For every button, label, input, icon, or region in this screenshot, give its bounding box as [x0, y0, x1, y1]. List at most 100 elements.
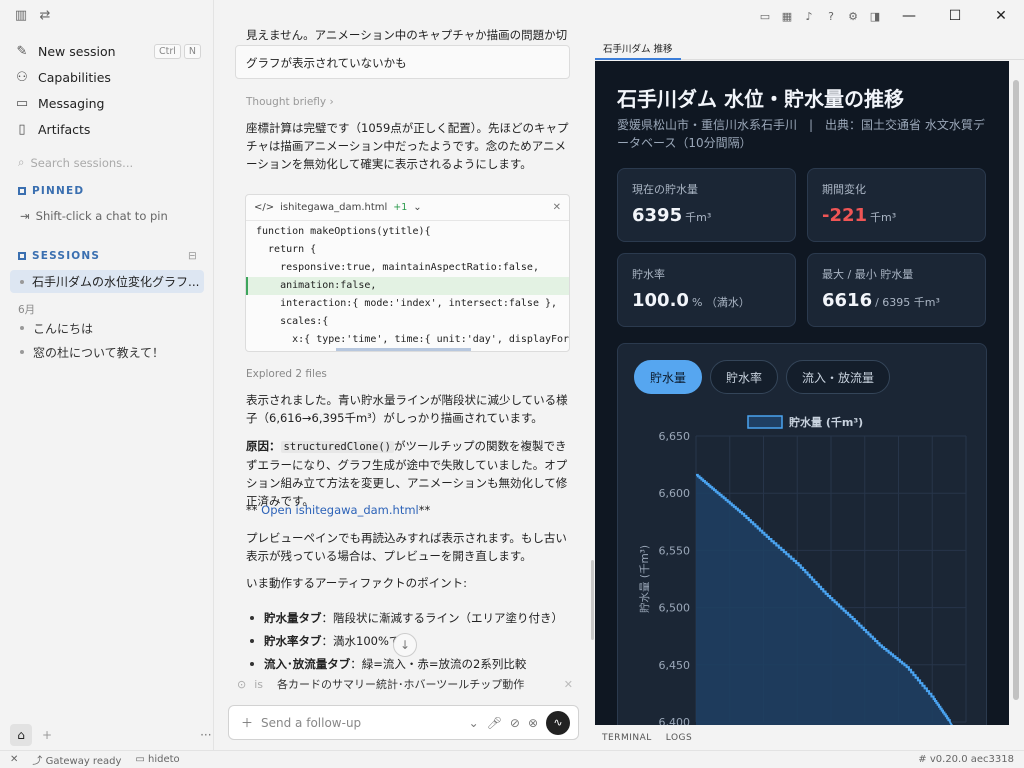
mute-icon[interactable]: ⊘ [510, 716, 520, 730]
code-line: return { [256, 244, 317, 255]
code-lines: function makeOptions(ytitle){ return { r… [246, 221, 569, 349]
storage-chart[interactable]: 6,650 6,600 6,550 6,500 6,450 6,400 貯水量 (千m³) 貯… [618, 404, 988, 725]
panel-icon[interactable]: ▭ [754, 10, 776, 23]
chevron-down-icon[interactable]: ⌄ [469, 716, 479, 730]
code-diff-header[interactable]: </> ishitegawa_dam.html +1 ⌄ ✕ [246, 195, 569, 221]
thought-toggle[interactable]: Thought briefly › [246, 96, 334, 108]
more-icon[interactable]: ··· [200, 728, 211, 742]
search-placeholder: Search sessions... [30, 155, 134, 170]
add-icon[interactable]: + [42, 728, 52, 742]
bullet-dot [250, 638, 254, 643]
bullet-text: ：満水100%で [321, 633, 401, 648]
queued-icon: ⊙ [237, 677, 247, 691]
session-item[interactable]: 窓の杜について教えて！ [20, 342, 164, 362]
session-item[interactable]: こんにちは [20, 318, 93, 338]
attach-plus-icon[interactable]: ＋ [241, 714, 253, 731]
messaging-button[interactable]: ▭ Messaging [14, 90, 201, 116]
chat-bubble-icon: ▭ [15, 95, 29, 111]
code-line: function makeOptions(ytitle){ [256, 226, 431, 237]
link-prefix: ** [246, 503, 262, 517]
microphone-icon[interactable]: 🎤︎ [487, 716, 502, 730]
cause-paragraph: 原因： structuredClone() がツールチップの関数を複製できずエラーに… [246, 437, 571, 510]
link-paragraph: ** Open ishitegawa_dam.html** [246, 501, 571, 519]
volume-icon[interactable]: ♪ [798, 10, 820, 23]
y-tick-label: 6,550 [659, 544, 691, 557]
artifacts-button[interactable]: ▯ Artifacts [14, 116, 201, 142]
added-count: +1 [393, 202, 408, 213]
artifacts-label: Artifacts [38, 121, 91, 137]
minimize-button[interactable]: — [886, 8, 932, 24]
messaging-label: Messaging [38, 95, 105, 111]
stat-value: 6395 [632, 205, 683, 226]
stat-value: -221 [822, 205, 868, 226]
folder-icon: ▭ [135, 754, 145, 765]
session-item-active[interactable]: 石手川ダムの水位変化グラフ... [10, 270, 204, 293]
swap-icon[interactable]: ⇄ [38, 8, 52, 23]
split-icon[interactable]: ◨ [864, 10, 886, 23]
help-icon[interactable]: ? [820, 10, 842, 23]
bullet-bold: 貯水率タブ [264, 633, 322, 648]
bullet-bold: 流入･放流量タブ [264, 656, 351, 671]
session-title: こんにちは [33, 321, 94, 336]
gear-icon[interactable]: ⚙ [842, 10, 864, 23]
waveform-icon: ∿ [553, 716, 563, 729]
capabilities-button[interactable]: ⚇ Capabilities [14, 64, 201, 90]
open-file-link[interactable]: Open ishitegawa_dam.html [261, 503, 419, 517]
tab-logs[interactable]: LOGS [666, 733, 692, 743]
grid-icon[interactable]: ▦ [776, 10, 798, 23]
code-scrollbar[interactable] [336, 348, 471, 351]
search-icon: ⌕ [18, 155, 25, 169]
month-label: 6月 [18, 304, 36, 316]
tab-preview[interactable]: 石手川ダム 推移 [595, 38, 681, 60]
y-axis-label: 貯水量 (千m³) [639, 545, 651, 613]
close-window-button[interactable]: ✕ [978, 8, 1024, 24]
sidebar-toggle-icon[interactable]: ▥ [14, 8, 28, 23]
code-line-added: animation:false, [246, 277, 569, 295]
legend-label: 貯水量 (千m³) [789, 415, 863, 429]
sidebar-top-icons: ▥ ⇄ [14, 8, 52, 23]
list-item: 貯水量タブ：階段状に漸減するライン（エリア塗り付き） [246, 606, 576, 629]
tab-terminal[interactable]: TERMINAL [602, 733, 652, 743]
capabilities-label: Capabilities [38, 69, 111, 85]
scroll-thumb[interactable] [1013, 80, 1019, 700]
new-session-button[interactable]: ✎ New session Ctrl N [14, 38, 201, 64]
close-icon[interactable]: ✕ [553, 202, 561, 213]
sessions-square-icon [18, 252, 26, 260]
gateway-icon: ⤴ [32, 756, 43, 767]
folder-status[interactable]: ▭ hideto [135, 754, 179, 765]
preview-tab-strip: 石手川ダム 推移 [595, 32, 1024, 60]
chart-card: 貯水量 貯水率 流入・放流量 6,650 6,600 6,550 6,500 6,450… [617, 343, 987, 725]
sessions-header: SESSIONS ⊟ [18, 250, 198, 262]
stat-label: 現在の貯水量 [632, 183, 698, 196]
scroll-down-button[interactable]: ↓ [393, 633, 417, 657]
list-item: 流入･放流量タブ：緑=流入・赤=放流の2系列比較 [246, 652, 576, 675]
user-message-text: グラフが表示されていないかも [246, 56, 407, 70]
no-listen-icon[interactable]: ⊗ [528, 716, 538, 730]
stat-label: 期間変化 [822, 183, 866, 196]
pinned-square-icon [18, 187, 26, 195]
page-title: 石手川ダム 水位・貯水量の推移 [617, 87, 904, 111]
explored-files[interactable]: Explored 2 files [246, 368, 327, 380]
preview-scrollbar[interactable] [1013, 66, 1019, 716]
archive-icon[interactable]: ⊟ [188, 250, 198, 262]
y-tick-label: 6,600 [659, 487, 691, 500]
capabilities-icon: ⚇ [16, 69, 28, 85]
tab-storage-rate[interactable]: 貯水率 [710, 360, 779, 394]
maximize-button[interactable]: ☐ [932, 8, 978, 24]
tab-inflow-outflow[interactable]: 流入・放流量 [786, 360, 891, 394]
bullet-dot [250, 615, 254, 620]
close-icon[interactable]: ✕ [564, 678, 573, 691]
follow-up-input[interactable] [261, 715, 461, 730]
chat-text: 座標計算は完璧です（1059点が正しく配置）。先ほどのキャプチャは描画アニメーシ… [246, 121, 569, 171]
home-button[interactable]: ⌂ [10, 724, 32, 746]
stat-label: 貯水率 [632, 268, 665, 281]
bullet-dot [250, 661, 254, 666]
key-ctrl: Ctrl [153, 43, 181, 59]
session-search[interactable]: ⌕ Search sessions... [18, 155, 133, 170]
y-tick-label: 6,400 [659, 716, 691, 725]
chat-scrollbar[interactable] [591, 560, 594, 640]
tab-storage[interactable]: 貯水量 [634, 360, 703, 394]
voice-send-button[interactable]: ∿ [546, 710, 570, 735]
tools-icon[interactable]: ✕ [10, 754, 18, 765]
queued-row: ⊙ is 各カードのサマリー統計･ホバーツールチップ動作 ✕ [237, 673, 573, 695]
